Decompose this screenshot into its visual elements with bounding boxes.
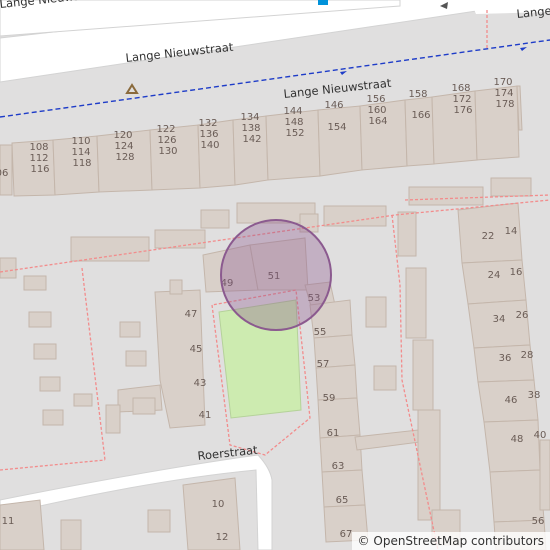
road-label-lange-right: Lange — [516, 3, 550, 21]
house-number: 164 — [368, 116, 387, 127]
house-number: 160 — [367, 105, 386, 116]
house-number: 178 — [495, 99, 514, 110]
house-number: 132 — [198, 118, 217, 129]
house-number: 126 — [157, 135, 176, 146]
house-number: 06 — [0, 168, 8, 179]
house-number: 61 — [327, 428, 340, 439]
house-number: 176 — [453, 105, 472, 116]
house-number: 144 — [283, 106, 302, 117]
house-number: 47 — [185, 309, 198, 320]
house-number: 10 — [212, 499, 225, 510]
house-number: 120 — [113, 130, 132, 141]
house-number: 168 — [451, 83, 470, 94]
house-number: 148 — [284, 117, 303, 128]
house-number: 154 — [327, 122, 346, 133]
house-number: 59 — [323, 393, 336, 404]
buildings-east — [457, 202, 550, 550]
map-canvas[interactable]: Lange Nieuwstraat Lange Nieuwstraat Lang… — [0, 0, 550, 550]
house-number: 65 — [336, 495, 349, 506]
house-number: 122 — [156, 124, 175, 135]
house-number: 38 — [528, 390, 541, 401]
house-number: 172 — [452, 94, 471, 105]
house-number: 116 — [30, 164, 49, 175]
house-number: 67 — [340, 529, 353, 540]
house-number: 140 — [200, 140, 219, 151]
house-number: 57 — [317, 359, 330, 370]
house-number: 136 — [199, 129, 218, 140]
house-number: 12 — [216, 532, 229, 543]
house-number: 128 — [115, 152, 134, 163]
house-number: 48 — [511, 434, 524, 445]
route-arrow-1 — [340, 71, 347, 75]
house-number: 112 — [29, 153, 48, 164]
house-number: 56 — [532, 516, 545, 527]
house-number: 46 — [505, 395, 518, 406]
house-number: 156 — [366, 94, 385, 105]
copyright-symbol: © — [357, 534, 370, 548]
house-number: 166 — [411, 110, 430, 121]
house-number: 124 — [114, 141, 133, 152]
house-number: 170 — [493, 77, 512, 88]
house-number: 16 — [510, 267, 523, 278]
house-number: 28 — [521, 350, 534, 361]
house-number: 110 — [71, 136, 90, 147]
house-number: 45 — [190, 344, 203, 355]
house-number: 22 — [482, 231, 495, 242]
house-number: 138 — [241, 123, 260, 134]
house-number: 43 — [194, 378, 207, 389]
house-number: 24 — [488, 270, 501, 281]
attribution-link[interactable]: OpenStreetMap contributors — [373, 534, 544, 548]
house-number: 118 — [72, 158, 91, 169]
house-number: 40 — [534, 430, 547, 441]
house-number: 34 — [493, 314, 506, 325]
house-number: 130 — [158, 146, 177, 157]
house-number: 142 — [242, 134, 261, 145]
house-number: 41 — [199, 410, 212, 421]
house-number: 146 — [324, 100, 343, 111]
house-number: 14 — [505, 226, 518, 237]
house-number: 152 — [285, 128, 304, 139]
house-number: 63 — [332, 461, 345, 472]
house-number: 158 — [408, 89, 427, 100]
house-number: 11 — [2, 516, 15, 527]
house-number: 36 — [499, 353, 512, 364]
house-number: 55 — [314, 327, 327, 338]
location-circle[interactable] — [220, 219, 332, 331]
route-arrow-2 — [520, 47, 527, 51]
recycling-icon[interactable] — [125, 83, 139, 94]
house-number: 108 — [29, 142, 48, 153]
house-number: 114 — [71, 147, 90, 158]
house-number: 174 — [494, 88, 513, 99]
house-number: 134 — [240, 112, 259, 123]
parking-icon[interactable] — [318, 0, 328, 5]
map-view[interactable]: Lange Nieuwstraat Lange Nieuwstraat Lang… — [0, 0, 550, 550]
map-attribution: © OpenStreetMap contributors — [351, 532, 550, 550]
house-number: 26 — [516, 310, 529, 321]
